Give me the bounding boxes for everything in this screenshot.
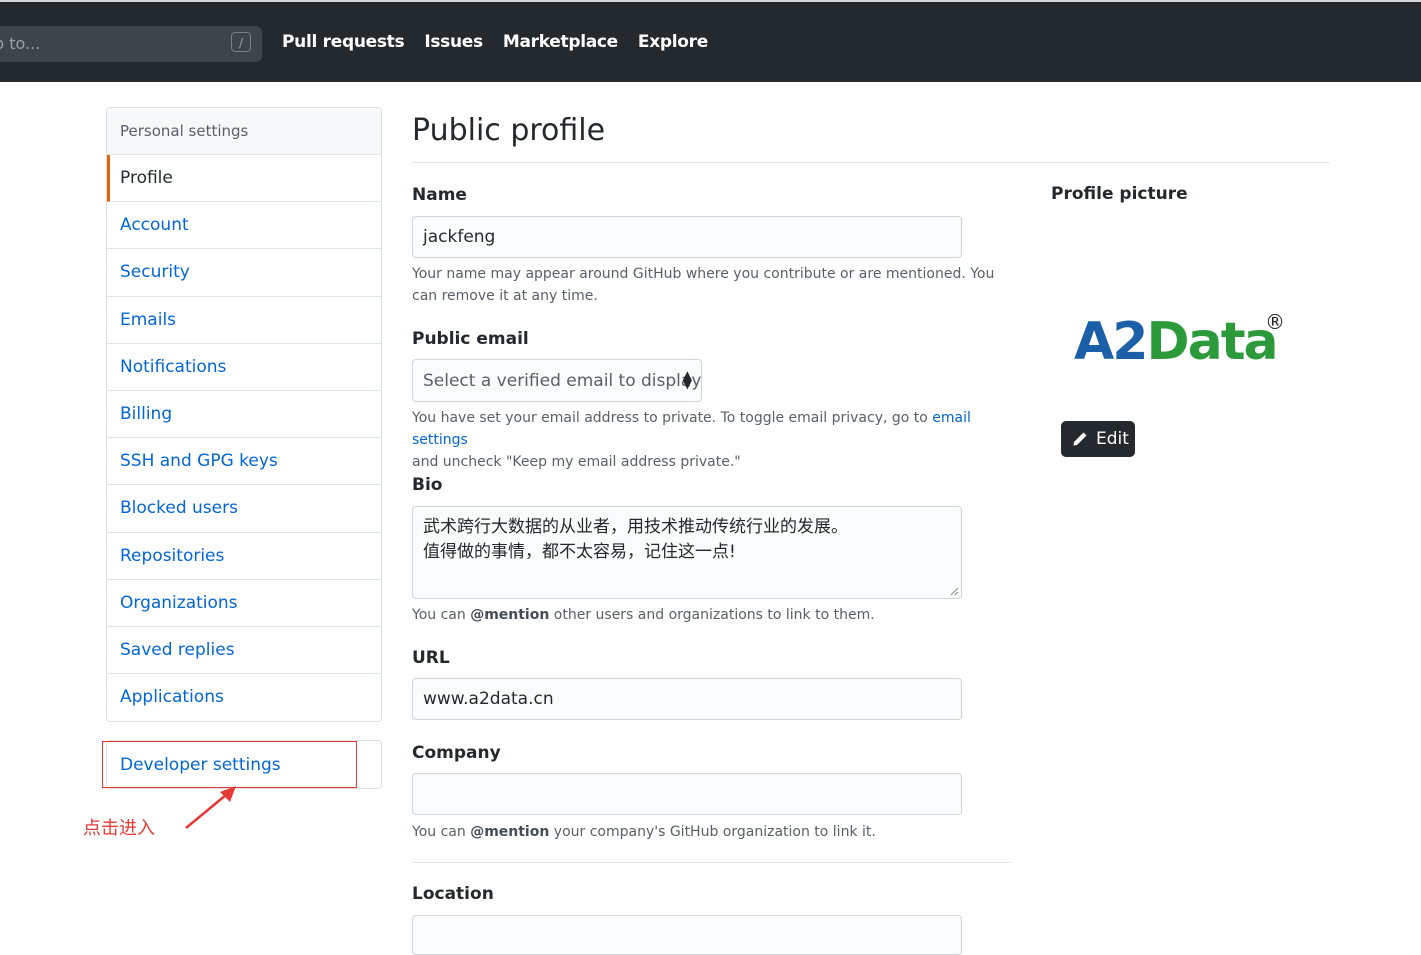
- sidebar-item-account[interactable]: Account: [107, 202, 381, 250]
- edit-avatar-button[interactable]: Edit: [1061, 421, 1135, 457]
- sidebar-item-emails[interactable]: Emails: [107, 297, 381, 344]
- email-note: You have set your email address to priva…: [412, 407, 1002, 473]
- sidebar-item-organizations[interactable]: Organizations: [107, 580, 381, 627]
- registered-mark: ®: [1265, 310, 1285, 334]
- sidebar-item-notifications[interactable]: Notifications: [107, 344, 381, 391]
- name-label: Name: [412, 185, 467, 205]
- edit-avatar-label: Edit: [1096, 429, 1129, 449]
- title-divider: [412, 162, 1330, 163]
- nav-issues[interactable]: Issues: [424, 32, 483, 52]
- search-input[interactable]: p to... /: [0, 26, 262, 62]
- sidebar-item-blocked-users[interactable]: Blocked users: [107, 485, 381, 533]
- url-label: URL: [412, 648, 450, 668]
- settings-sidebar: Personal settings Profile Account Securi…: [106, 107, 382, 722]
- company-note-mention: @mention: [470, 824, 550, 840]
- bio-note: You can @mention other users and organiz…: [412, 604, 1012, 626]
- bio-line-1: 武术跨行大数据的从业者，用技术推动传统行业的发展。: [423, 517, 848, 537]
- email-note-text-2: and uncheck "Keep my email address priva…: [412, 454, 741, 470]
- profile-avatar: A2Data ®: [1074, 310, 1294, 382]
- name-field[interactable]: jackfeng: [412, 216, 962, 258]
- company-note-prefix: You can: [412, 824, 471, 840]
- annotation-highlight-box: [102, 741, 357, 788]
- sidebar-item-saved-replies[interactable]: Saved replies: [107, 627, 381, 675]
- bio-label: Bio: [412, 475, 443, 495]
- resize-handle-icon[interactable]: [949, 586, 959, 596]
- nav-explore[interactable]: Explore: [638, 32, 708, 52]
- email-note-text: You have set your email address to priva…: [412, 410, 933, 426]
- annotation-arrow-icon: [185, 786, 236, 829]
- nav-marketplace[interactable]: Marketplace: [503, 32, 618, 52]
- company-label: Company: [412, 743, 501, 763]
- select-caret-icon: ▲ ▼: [682, 368, 692, 391]
- bio-textarea[interactable]: 武术跨行大数据的从业者，用技术推动传统行业的发展。 值得做的事情，都不太容易，记…: [412, 506, 962, 599]
- pencil-icon: [1073, 432, 1087, 446]
- avatar-logo-text: A2Data: [1074, 312, 1279, 372]
- company-note-suffix: your company's GitHub organization to li…: [549, 824, 876, 840]
- sidebar-item-applications[interactable]: Applications: [107, 674, 381, 721]
- bio-note-prefix: You can: [412, 607, 471, 623]
- sidebar-item-security[interactable]: Security: [107, 249, 381, 297]
- url-field[interactable]: www.a2data.cn: [412, 678, 962, 720]
- bio-line-2: 值得做的事情，都不太容易，记住这一点!: [423, 542, 736, 562]
- location-field[interactable]: [412, 915, 962, 955]
- location-label: Location: [412, 884, 494, 904]
- company-field[interactable]: [412, 773, 962, 815]
- search-placeholder: p to...: [0, 34, 41, 53]
- public-email-select-value: Select a verified email to display: [423, 371, 702, 391]
- sidebar-item-ssh-gpg-keys[interactable]: SSH and GPG keys: [107, 438, 381, 486]
- public-email-select[interactable]: Select a verified email to display ▲ ▼: [412, 359, 702, 402]
- sidebar-heading: Personal settings: [107, 108, 381, 155]
- page-title: Public profile: [412, 113, 606, 148]
- sidebar-item-billing[interactable]: Billing: [107, 391, 381, 439]
- company-note: You can @mention your company's GitHub o…: [412, 821, 1012, 843]
- top-navbar: p to... / Pull requests Issues Marketpla…: [0, 0, 1421, 82]
- profile-picture-label: Profile picture: [1051, 184, 1188, 204]
- public-email-label: Public email: [412, 329, 529, 349]
- nav-pull-requests[interactable]: Pull requests: [282, 32, 405, 52]
- main-nav: Pull requests Issues Marketplace Explore: [282, 32, 728, 52]
- bio-note-mention: @mention: [470, 607, 550, 623]
- sidebar-item-repositories[interactable]: Repositories: [107, 533, 381, 580]
- section-divider: [412, 862, 1011, 863]
- name-note: Your name may appear around GitHub where…: [412, 266, 995, 304]
- sidebar-item-profile[interactable]: Profile: [107, 155, 381, 203]
- search-shortcut-key: /: [231, 32, 251, 52]
- bio-note-suffix: other users and organizations to link to…: [549, 607, 875, 623]
- annotation-label: 点击进入: [83, 818, 155, 839]
